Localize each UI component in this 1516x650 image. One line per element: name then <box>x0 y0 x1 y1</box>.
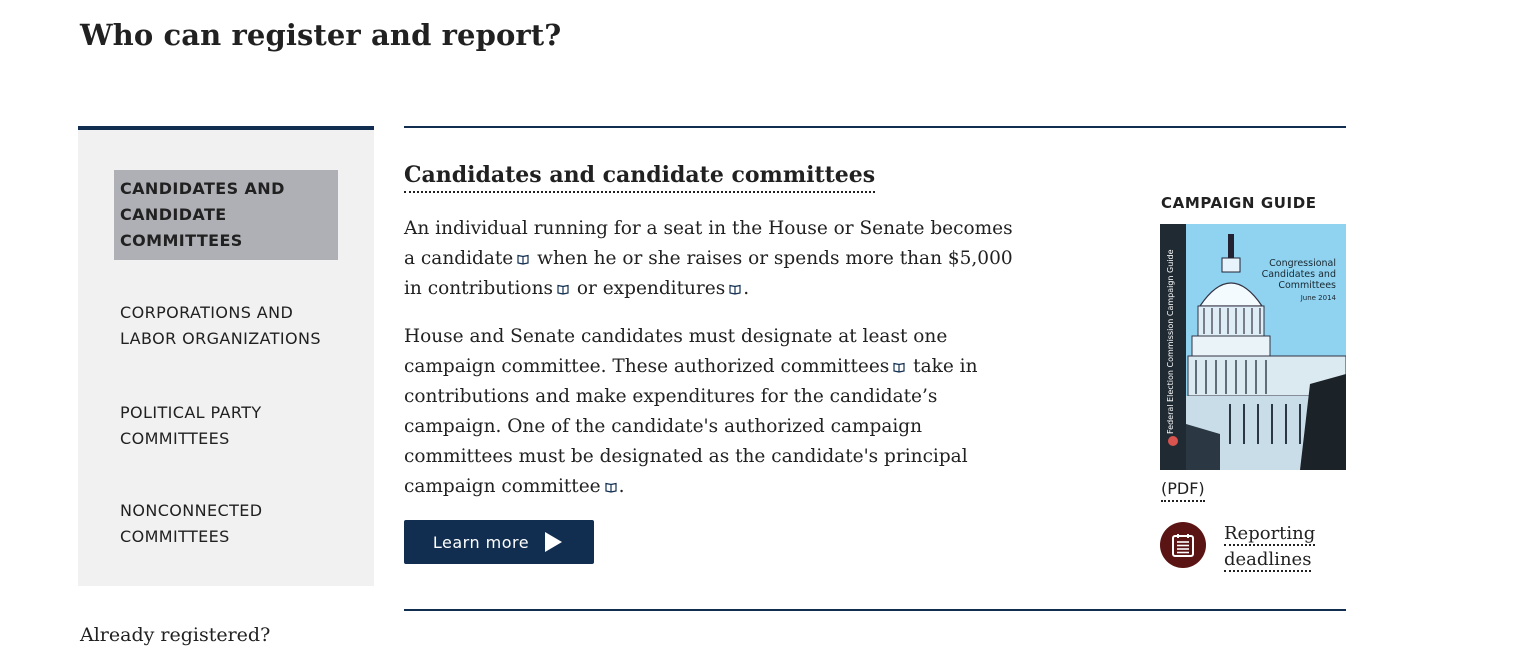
paragraph-candidate-definition: An individual running for a seat in the … <box>404 214 1024 304</box>
book-icon[interactable] <box>729 283 741 295</box>
para1-text-3: or <box>570 278 603 299</box>
already-registered-heading: Already registered? <box>80 624 271 646</box>
glossary-term-expenditures[interactable]: expenditures <box>603 278 725 299</box>
sidebar-item-nonconnected[interactable]: NONCONNECTED COMMITTEES <box>114 492 338 556</box>
glossary-term-contributions[interactable]: contributions <box>428 278 553 299</box>
para1-text-4: . <box>743 278 750 299</box>
calendar-list-icon[interactable] <box>1160 522 1206 568</box>
learn-more-button[interactable]: Learn more <box>404 520 594 564</box>
category-sidebar: CANDIDATES AND CANDIDATE COMMITTEES CORP… <box>78 126 374 586</box>
cover-title-line3: Committees <box>1278 280 1336 291</box>
bottom-divider <box>404 609 1346 611</box>
sidebar-item-corporations[interactable]: CORPORATIONS AND LABOR ORGANIZATIONS <box>114 294 338 358</box>
book-icon[interactable] <box>517 253 529 265</box>
cover-title: Congressional Candidates and Committees … <box>1226 258 1336 304</box>
book-icon[interactable] <box>557 283 569 295</box>
cover-title-line1: Congressional <box>1269 258 1336 269</box>
cover-date: June 2014 <box>1300 294 1336 302</box>
campaign-guide-heading: CAMPAIGN GUIDE <box>1161 194 1317 212</box>
section-title[interactable]: Candidates and candidate committees <box>404 160 876 193</box>
reporting-deadlines-label[interactable]: Reporting deadlines <box>1224 523 1316 572</box>
book-icon[interactable] <box>893 361 905 373</box>
sidebar-item-candidates[interactable]: CANDIDATES AND CANDIDATE COMMITTEES <box>114 170 338 260</box>
glossary-term-authorized-committees[interactable]: authorized committees <box>674 356 889 377</box>
campaign-guide-cover-image[interactable]: Congressional Candidates and Committees … <box>1160 224 1346 470</box>
book-icon[interactable] <box>605 481 617 493</box>
top-divider <box>404 126 1346 128</box>
sidebar-item-party[interactable]: POLITICAL PARTY COMMITTEES <box>114 394 338 458</box>
cover-title-line2: Candidates and <box>1261 269 1336 280</box>
glossary-term-candidate[interactable]: candidate <box>421 248 513 269</box>
page-title: Who can register and report? <box>80 18 562 52</box>
paragraph-campaign-committee: House and Senate candidates must designa… <box>404 322 1024 502</box>
learn-more-label: Learn more <box>432 532 530 552</box>
play-arrow-icon <box>545 532 563 552</box>
campaign-guide-pdf-link[interactable]: (PDF) <box>1161 478 1205 502</box>
cover-spine-text: Federal Election Commission Campaign Gui… <box>1166 249 1175 434</box>
reporting-deadlines-link[interactable]: Reporting deadlines <box>1224 521 1334 573</box>
para2-text-3: . <box>618 476 625 497</box>
